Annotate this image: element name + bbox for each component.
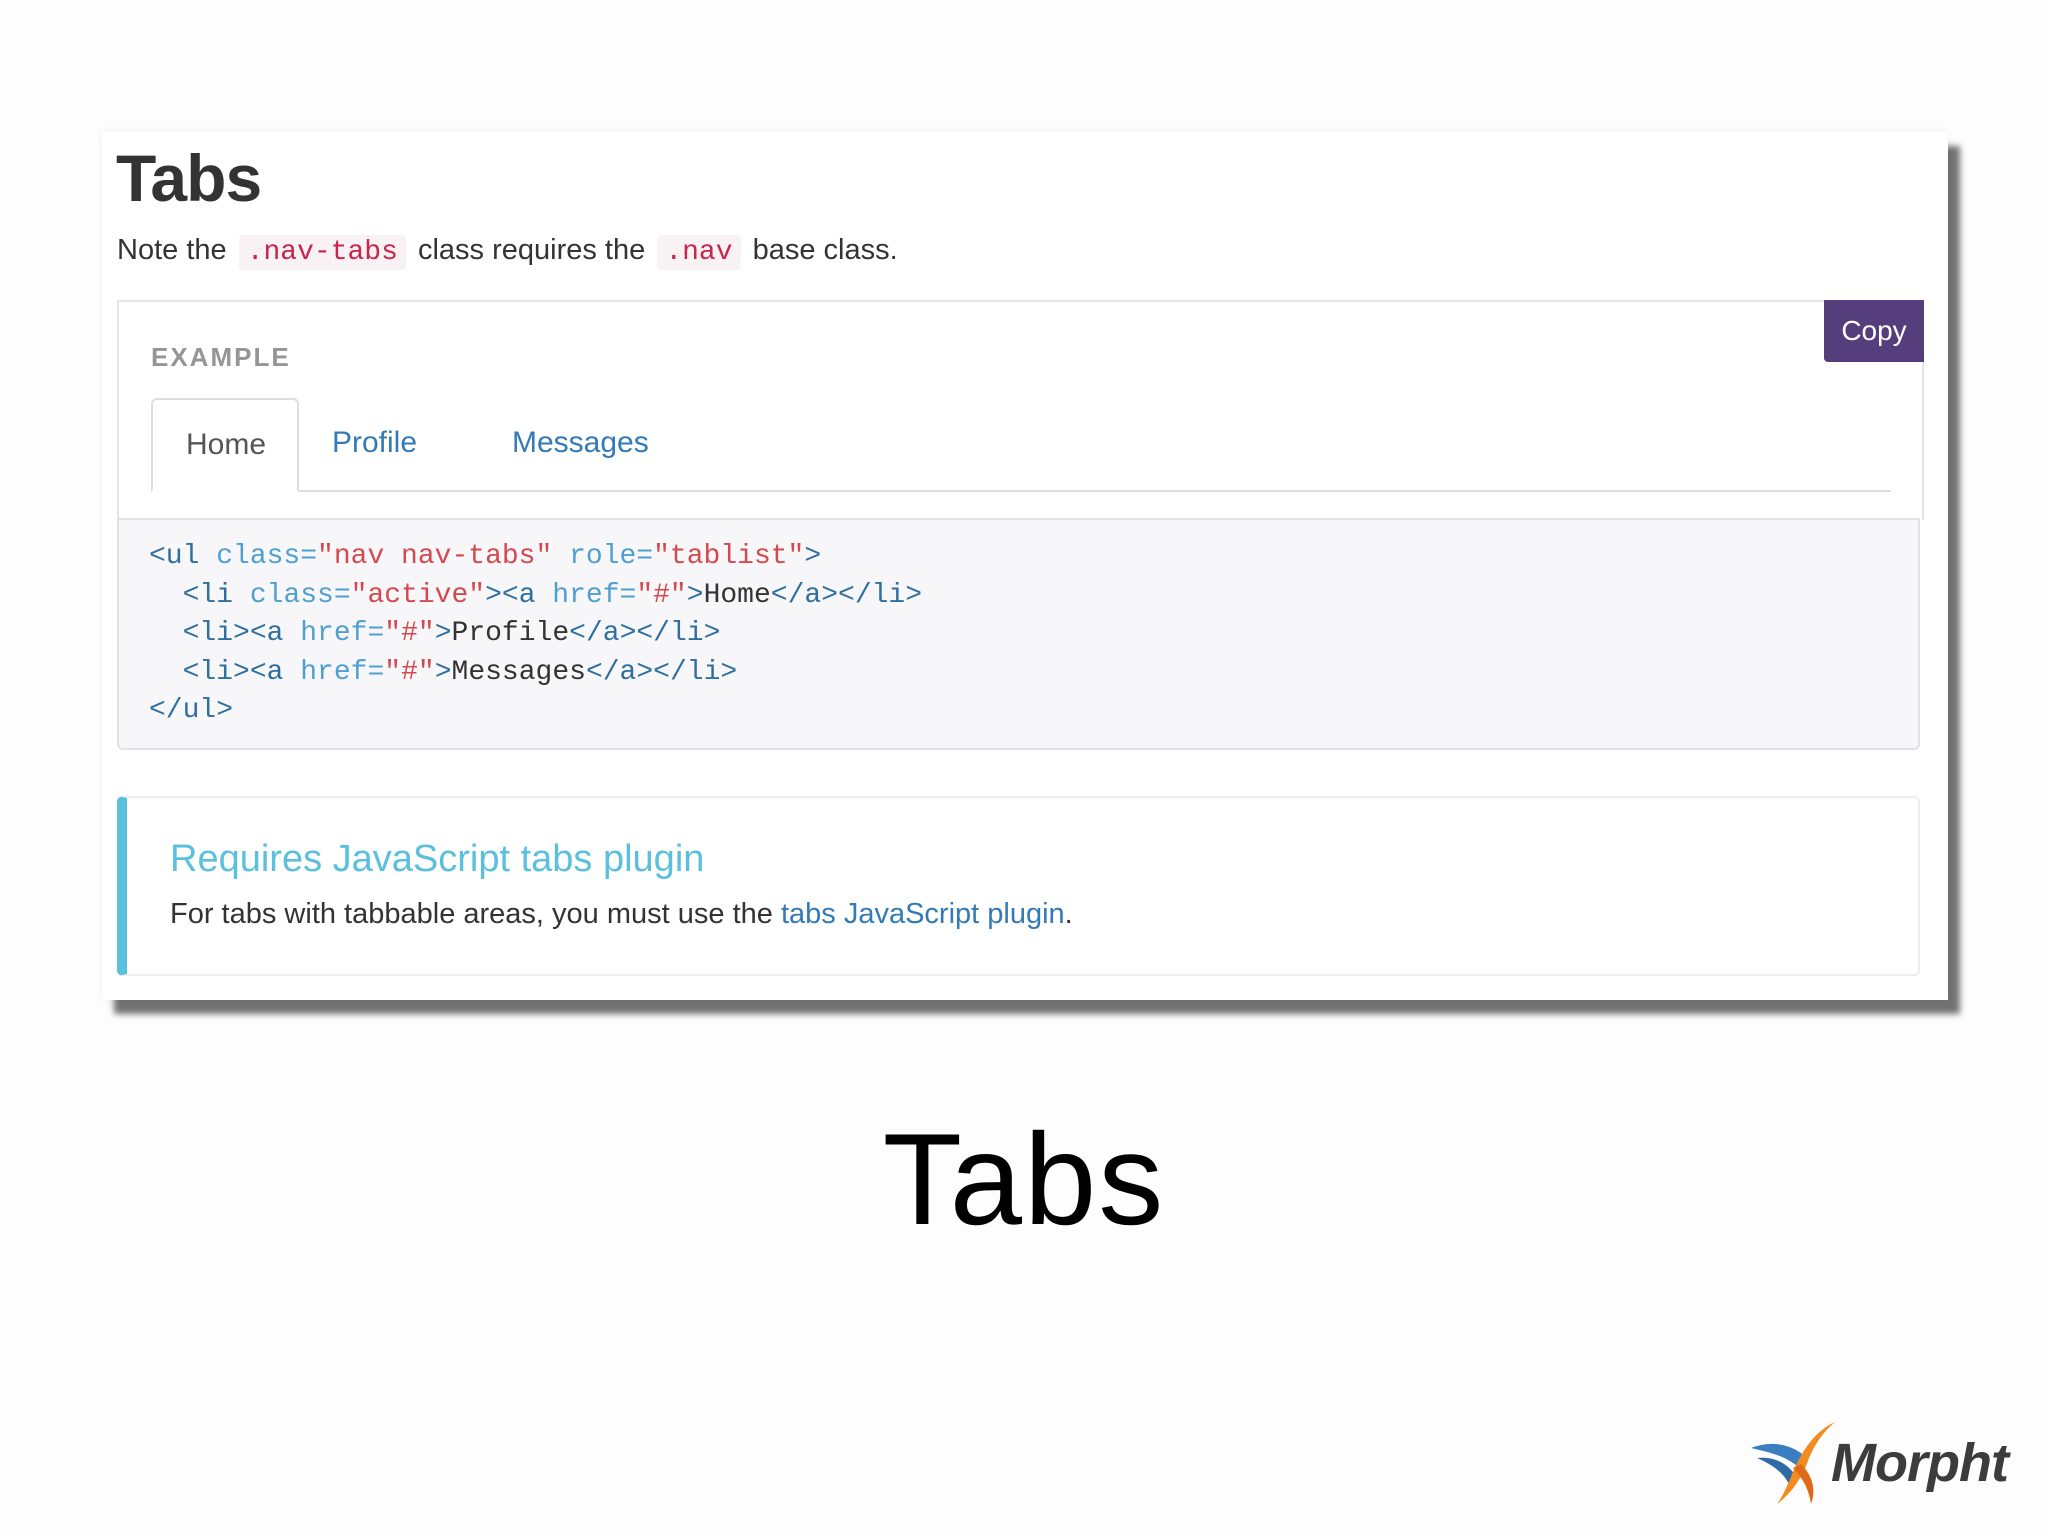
tabs-plugin-link[interactable]: tabs JavaScript plugin bbox=[781, 898, 1065, 930]
code-line: <li><a href="#">Profile</a></li> bbox=[182, 618, 721, 649]
code-line: </ul> bbox=[149, 695, 234, 726]
page-title: Tabs bbox=[116, 141, 262, 215]
nav-tabs: Home Profile Messages bbox=[151, 398, 1891, 492]
morpht-logo: Morpht bbox=[1747, 1418, 2022, 1508]
code-line: <li class="active"><a href="#">Home</a><… bbox=[182, 579, 923, 611]
callout-title: Requires JavaScript tabs plugin bbox=[170, 838, 705, 880]
example-box: EXAMPLE Copy Home Profile Messages bbox=[117, 300, 1924, 520]
slide-title: Tabs bbox=[882, 1106, 1166, 1252]
tab-messages[interactable]: Messages bbox=[479, 398, 682, 488]
callout-text: For tabs with tabbable areas, you must u… bbox=[170, 898, 1073, 931]
intro-suffix: base class. bbox=[744, 234, 898, 266]
callout-text-suffix: . bbox=[1064, 898, 1073, 930]
example-label: EXAMPLE bbox=[151, 342, 291, 372]
morpht-logo-icon bbox=[1751, 1422, 1835, 1504]
intro-text: Note the .nav-tabs class requires the .n… bbox=[117, 234, 898, 270]
intro-prefix: Note the bbox=[117, 234, 235, 266]
copy-button[interactable]: Copy bbox=[1824, 300, 1924, 362]
tab-profile[interactable]: Profile bbox=[299, 398, 450, 488]
code-nav: .nav bbox=[657, 235, 741, 270]
code-nav-tabs: .nav-tabs bbox=[238, 235, 406, 270]
intro-middle: class requires the bbox=[409, 234, 654, 266]
code-line: <ul class="nav nav-tabs" role="tablist"> bbox=[149, 541, 822, 572]
info-callout: Requires JavaScript tabs plugin For tabs… bbox=[117, 796, 1920, 976]
tab-home[interactable]: Home bbox=[151, 398, 299, 492]
documentation-screenshot: Tabs Note the .nav-tabs class requires t… bbox=[102, 132, 1948, 1000]
logo-text: Morpht bbox=[1831, 1433, 2009, 1493]
code-block: <ul class="nav nav-tabs" role="tablist">… bbox=[117, 518, 1920, 750]
callout-text-prefix: For tabs with tabbable areas, you must u… bbox=[170, 898, 781, 930]
code-line: <li><a href="#">Messages</a></li> bbox=[182, 656, 738, 688]
